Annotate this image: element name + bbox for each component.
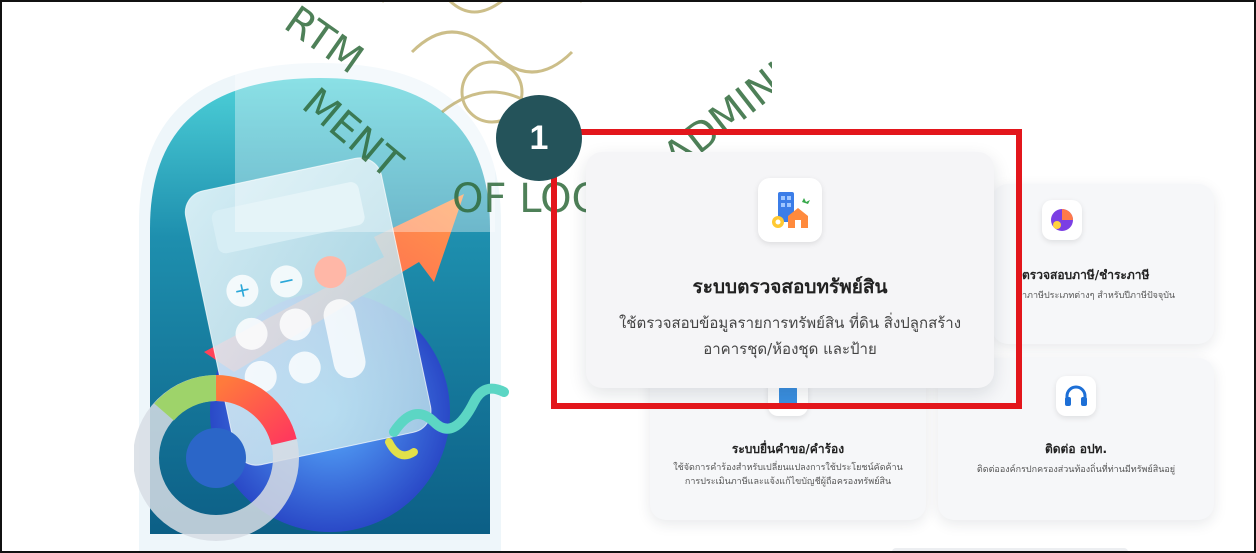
bottom-card-edge [892, 548, 1128, 551]
page-frame: + − RTM MENT OF LOCAL ADMINISTR ตรวจสอบภ… [0, 0, 1256, 553]
tax-chart-icon [1042, 200, 1082, 240]
highlight-box [551, 129, 1022, 409]
step-number-badge: 1 [496, 95, 582, 181]
calculator-illustration: + − [134, 60, 509, 551]
tax-card-title: ตรวจสอบภาษี/ชำระภาษี [1022, 268, 1150, 282]
request-card-title: ระบบยื่นคำขอ/คำร้อง [731, 442, 845, 456]
contact-card-title: ติดต่อ อปท. [1044, 442, 1108, 456]
step-number: 1 [529, 118, 549, 157]
request-desc-line-1: ใช้จัดการคำร้องสำหรับเปลี่ยนแปลงการใช้ปร… [673, 463, 903, 473]
headphones-icon [1056, 376, 1096, 416]
tax-card-description: ำภาษีประเภทต่างๆ สำหรับปีภาษีปัจจุบัน [1022, 291, 1176, 301]
request-card-description: ใช้จัดการคำร้องสำหรับเปลี่ยนแปลงการใช้ปร… [650, 462, 926, 490]
tax-check-card[interactable]: ตรวจสอบภาษี/ชำระภาษี ำภาษีประเภทต่างๆ สำ… [992, 184, 1214, 344]
contact-card-description: ติดต่อองค์กรปกครองส่วนท้องถิ่นที่ท่านมีท… [976, 465, 1176, 475]
request-desc-line-2: การประเมินภาษีและแจ้งแก้ไขบัญชีผู้ถือครอ… [684, 476, 892, 487]
